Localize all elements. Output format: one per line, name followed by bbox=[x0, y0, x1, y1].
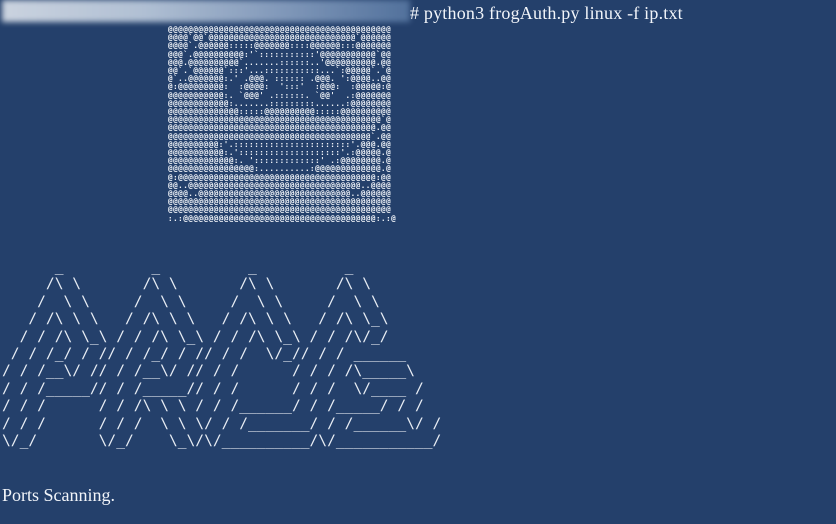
command-line: # python3 frogAuth.py linux -f ip.txt bbox=[410, 3, 683, 23]
status-line: Ports Scanning. bbox=[2, 485, 116, 505]
banner-ascii-art: _ _ _ _ /\ \ /\ \ /\ \ /\ \ / \ \ / \ \ … bbox=[2, 258, 442, 450]
prompt-row: # python3 frogAuth.py linux -f ip.txt bbox=[0, 0, 836, 26]
terminal-window[interactable]: # python3 frogAuth.py linux -f ip.txt @@… bbox=[0, 0, 836, 524]
redacted-hostname bbox=[2, 0, 410, 22]
frog-ascii-art: @@@@@@@@@@@@@@@@@@@@@@@@@@@@@@@@@@@@@@@@… bbox=[168, 25, 397, 223]
